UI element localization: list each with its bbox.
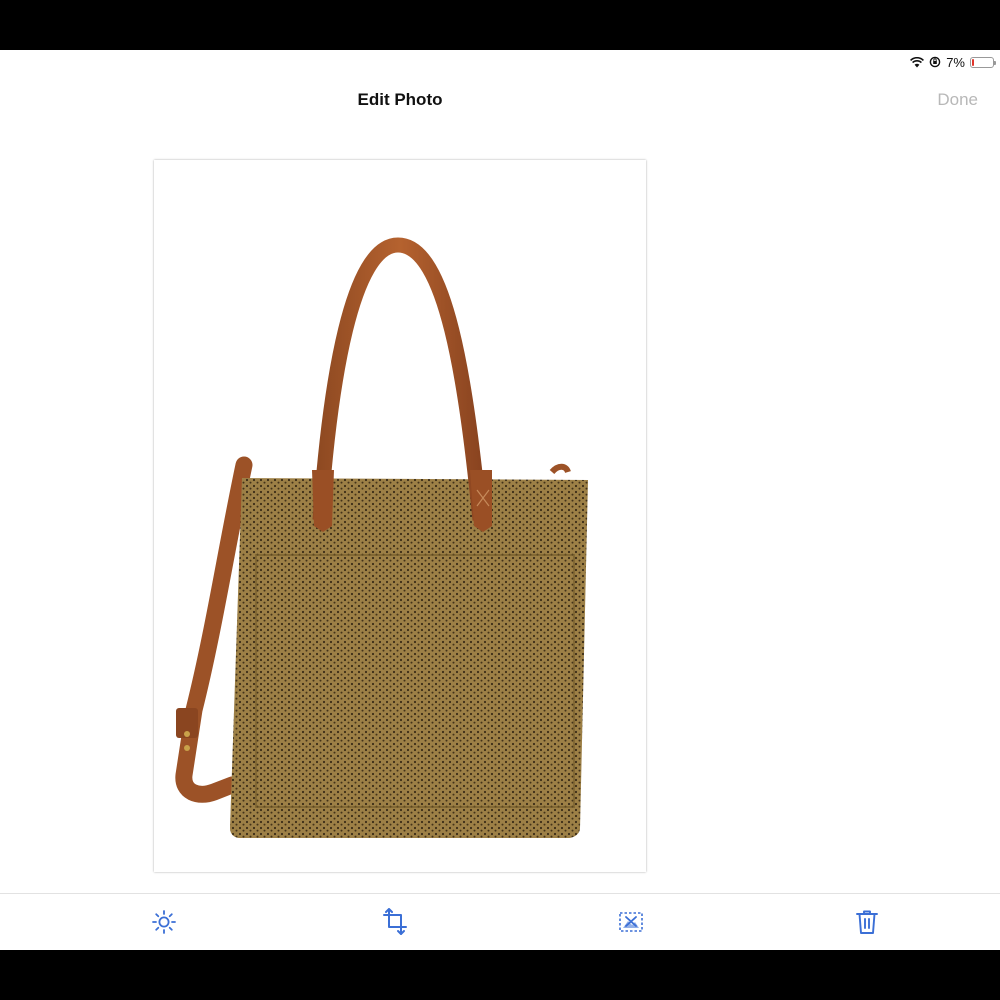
crop-rotate-icon (383, 908, 407, 935)
crop-rotate-button[interactable] (379, 906, 411, 938)
battery-icon (970, 56, 996, 68)
letterbox-bottom (0, 950, 1000, 1000)
battery-percentage: 7% (946, 54, 965, 70)
photo-canvas[interactable] (154, 160, 646, 872)
brightness-icon (152, 910, 176, 934)
battery-fill (972, 58, 974, 66)
wifi-icon (910, 56, 925, 68)
letterbox-top (0, 0, 1000, 50)
tote-bag-image (175, 237, 588, 838)
remove-background-icon (619, 912, 643, 932)
delete-button[interactable] (851, 906, 883, 938)
remove-background-button[interactable] (615, 906, 647, 938)
done-button[interactable]: Done (937, 90, 978, 110)
trash-icon (856, 910, 878, 934)
brightness-button[interactable] (148, 906, 180, 938)
orientation-lock-icon (929, 56, 941, 68)
edit-photo-screen: 7% Edit Photo Done (0, 50, 1000, 950)
status-bar: 7% (910, 53, 996, 71)
edit-toolbar (0, 893, 1000, 950)
page-title: Edit Photo (357, 90, 443, 109)
